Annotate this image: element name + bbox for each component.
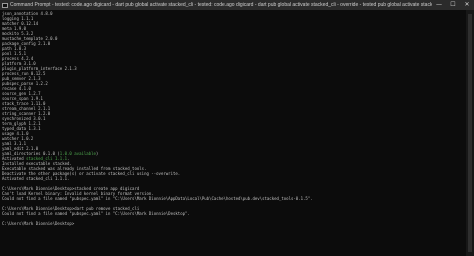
terminal-icon — [2, 2, 8, 8]
close-icon[interactable]: ✕ — [460, 0, 474, 10]
minimize-icon[interactable]: — — [432, 0, 446, 10]
console-output[interactable]: json_annotation 4.8.0 logging 1.1.1 matche… — [2, 11, 462, 254]
command-prompt-window: Command Prompt - tested: code.ago digica… — [0, 0, 474, 256]
window-controls: — ☐ ✕ — [432, 0, 474, 10]
maximize-icon[interactable]: ☐ — [446, 0, 460, 10]
console-line: C:\Users\Mark Dionnie\Desktop> — [2, 221, 75, 226]
package-list: json_annotation 4.8.0 logging 1.1.1 matche… — [2, 11, 462, 151]
vertical-scrollbar[interactable] — [466, 10, 474, 256]
scrollbar-thumb[interactable] — [468, 14, 472, 252]
title-bar[interactable]: Command Prompt - tested: code.ago digica… — [0, 0, 474, 10]
window-title: Command Prompt - tested: code.ago digica… — [10, 2, 432, 8]
command-history: Installed executable stacked. Executable … — [2, 161, 462, 226]
